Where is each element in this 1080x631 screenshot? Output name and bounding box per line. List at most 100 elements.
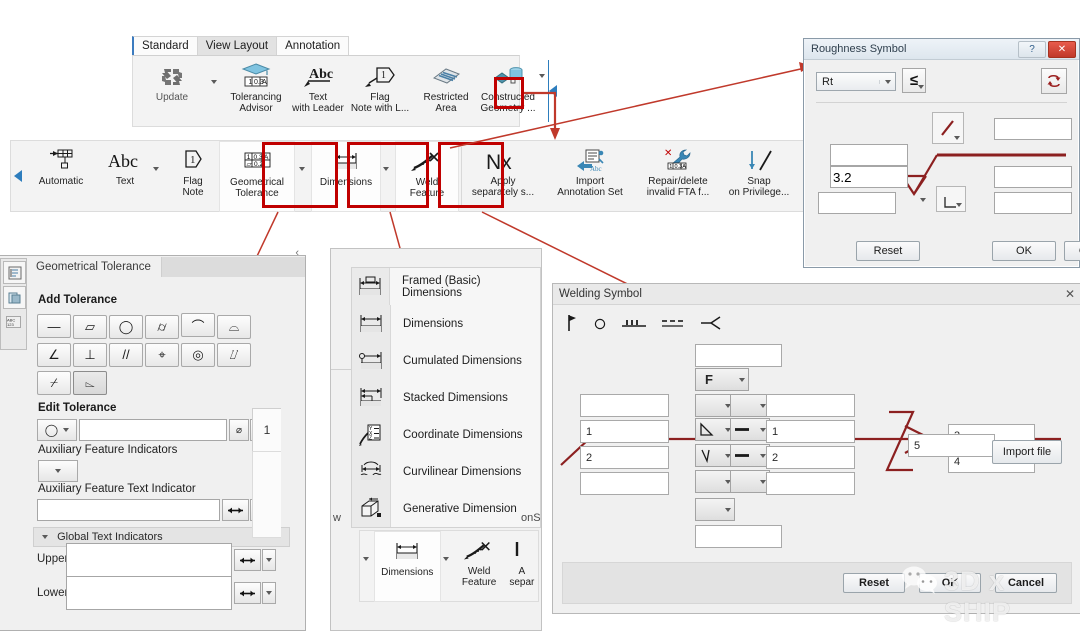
upper-arrows-button[interactable]	[234, 549, 261, 571]
layers-icon[interactable]	[3, 286, 26, 309]
welding-dialog-titlebar[interactable]: Welding Symbol ✕	[553, 284, 1080, 305]
menu-item-cumulated-dimensions[interactable]: Cumulated Dimensions	[352, 342, 540, 379]
roughness-corner-button[interactable]	[936, 186, 966, 212]
ribbon-expand-button[interactable]	[11, 141, 25, 211]
tolerance-symbol-position[interactable]: ⌖	[145, 343, 179, 367]
mini-ribbon-button-apply-separately[interactable]: A separ	[506, 531, 538, 600]
menu-item-stacked-dimensions[interactable]: Stacked Dimensions	[352, 379, 540, 416]
edit-tolerance-symbol-dropdown[interactable]: ◯	[37, 419, 77, 441]
roughness-field-mid-right[interactable]	[994, 166, 1072, 188]
welding-bottom-dropdown[interactable]	[695, 498, 735, 521]
tolerance-symbol-circularity[interactable]: ◯	[109, 314, 143, 339]
roughness-field-bottom-right[interactable]	[994, 192, 1072, 214]
roughness-comparison-dropdown-arrow[interactable]	[918, 85, 924, 89]
tolerance-symbol-flatness[interactable]: ▱	[73, 314, 107, 339]
close-icon[interactable]: ✕	[1065, 287, 1075, 301]
welding-row1-contour-dropdown[interactable]	[730, 418, 770, 441]
menu-item-generative-dimension[interactable]: Generative Dimension	[352, 490, 540, 527]
menu-item-framed-basic-dimensions[interactable]: Framed (Basic) Dimensions	[352, 268, 540, 305]
tolerance-symbol-concentricity[interactable]: ◎	[181, 343, 215, 367]
welding-row2-weld-symbol-dropdown[interactable]	[695, 444, 735, 467]
lower-dropdown[interactable]	[262, 582, 276, 604]
mini-ribbon-button-dimensions[interactable]: Dimensions	[374, 531, 441, 602]
roughness-corner-dropdown-arrow[interactable]	[956, 203, 962, 207]
roughness-dialog-titlebar[interactable]: Roughness Symbol ? ✕	[804, 39, 1079, 60]
ribbon-button-tolerancing-advisor[interactable]: 1 0.3 A Tolerancing Advisor	[225, 57, 287, 126]
ribbon-button-geometrical-tolerance[interactable]: 1 0.3 A ▱ 0.2 Geometrical Tolerance	[219, 141, 295, 212]
tab-view-layout[interactable]: View Layout	[196, 36, 278, 55]
tolerance-symbol-circular-runout[interactable]: ⌿	[37, 371, 71, 395]
tolerance-symbol-symmetry[interactable]: ⌰	[217, 343, 251, 367]
tolerance-symbol-cylindricity[interactable]: ⌭	[145, 314, 179, 339]
welding-row3-right-field[interactable]	[766, 472, 855, 495]
ribbon-button-update[interactable]: Update	[133, 57, 211, 126]
aux-feature-indicators-dropdown[interactable]	[38, 460, 78, 482]
welding-row2-right-field[interactable]	[766, 446, 855, 469]
weld-arrow-icon[interactable]	[699, 315, 721, 331]
edit-tolerance-value-input[interactable]	[79, 419, 227, 441]
welding-row1-right-field[interactable]	[766, 420, 855, 443]
welding-row0-left-field[interactable]	[580, 394, 669, 417]
ribbon-button-flag-note-leader[interactable]: 1 Flag Note with L...	[349, 57, 411, 126]
aux-feature-text-input[interactable]	[37, 499, 220, 521]
update-dropdown-arrow[interactable]	[211, 80, 217, 84]
field-weld-flag-icon[interactable]	[567, 314, 579, 332]
dimensions-dropdown-arrow[interactable]	[383, 167, 389, 171]
welding-row1-left-field[interactable]	[580, 420, 669, 443]
ribbon-button-text-with-leader[interactable]: Abc Text with Leader	[287, 57, 349, 126]
upper-text-input[interactable]	[66, 543, 232, 577]
menu-item-coordinate-dimensions[interactable]: Y X Z Coordinate Dimensions	[352, 416, 540, 453]
roughness-triangle-dropdown-arrow[interactable]	[920, 198, 926, 202]
tolerance-symbol-line-profile[interactable]: ⌒	[181, 313, 215, 337]
welding-row1-weld-symbol-dropdown[interactable]	[695, 418, 735, 441]
mini-ribbon-button-weld-feature[interactable]: Weld Feature	[453, 531, 506, 600]
roughness-field-lower-left[interactable]	[818, 192, 896, 214]
help-button[interactable]: ?	[1018, 40, 1046, 58]
welding-row0-right-field[interactable]	[766, 394, 855, 417]
tolerance-symbol-surface-profile[interactable]: ⌓	[217, 314, 251, 339]
tolerance-symbol-angularity[interactable]: ∠	[37, 343, 71, 367]
ribbon-button-snap-privilege[interactable]: Snap on Privilege...	[718, 141, 800, 210]
roughness-comparison-button[interactable]: ≤	[902, 68, 926, 93]
constructed-geometry-dropdown-arrow[interactable]	[539, 74, 545, 78]
welding-reference-field[interactable]	[908, 434, 995, 457]
ribbon-button-constructed-geometry[interactable]: Constructed Geometry ...	[477, 57, 539, 126]
geometrical-tolerance-dropdown-arrow[interactable]	[299, 167, 305, 171]
ribbon-collapse-button[interactable]	[548, 60, 557, 122]
upper-dropdown[interactable]	[262, 549, 276, 571]
reset-button-2[interactable]: Reset	[843, 573, 905, 593]
lower-text-input[interactable]	[66, 576, 232, 610]
close-button[interactable]: ✕	[1048, 40, 1076, 58]
cancel-button[interactable]: Cancel	[1064, 241, 1080, 261]
welding-row0-symbol2-dropdown[interactable]	[730, 394, 770, 417]
tolerance-symbol-perpendicularity[interactable]: ⊥	[73, 343, 107, 367]
ribbon-button-flag-note[interactable]: 1 Flag Note	[167, 141, 219, 210]
ribbon-button-import-annotation-set[interactable]: Abc Import Annotation Set	[542, 141, 638, 210]
mini-ribbon-prev-dropdown[interactable]	[363, 557, 369, 561]
welding-row3-left-field[interactable]	[580, 472, 669, 495]
ribbon-button-repair-delete-fta[interactable]: ✕ 1 0.3 A Repair/delete invalid FTA f...	[638, 141, 718, 210]
edit-tolerance-modifier-button[interactable]: ⌀	[229, 419, 249, 441]
roughness-field-top-right[interactable]	[994, 118, 1072, 140]
reset-button[interactable]: Reset	[856, 241, 920, 261]
datum-number-box[interactable]: 1	[252, 408, 281, 452]
menu-item-dimensions[interactable]: Dimensions	[352, 305, 540, 342]
text-dropdown-arrow[interactable]	[153, 167, 159, 171]
welding-process-dropdown[interactable]: F	[695, 368, 749, 391]
gt-panel-tab[interactable]: Geometrical Tolerance	[26, 257, 162, 277]
roughness-field-upper-left[interactable]	[830, 144, 908, 166]
welding-row2-left-field[interactable]	[580, 446, 669, 469]
weld-dashes-icon[interactable]	[661, 316, 685, 330]
ribbon-button-apply-separately[interactable]: Nx Apply separately s...	[464, 141, 542, 210]
welding-row3-symbol1-dropdown[interactable]	[695, 470, 735, 493]
roughness-value-field[interactable]	[830, 166, 908, 188]
welding-bottom-field[interactable]	[695, 525, 782, 548]
roughness-slash-dropdown-arrow[interactable]	[954, 136, 960, 140]
tolerance-symbol-parallelism[interactable]: //	[109, 342, 143, 367]
ribbon-button-text[interactable]: Abc Text	[97, 141, 153, 210]
menu-item-curvilinear-dimensions[interactable]: Curvilinear Dimensions	[352, 453, 540, 490]
lower-arrows-button[interactable]	[234, 582, 261, 604]
tolerance-symbol-total-runout[interactable]: ⌳	[73, 371, 107, 395]
import-file-button[interactable]: Import file	[992, 440, 1062, 464]
ribbon-button-dimensions[interactable]: Dimensions	[311, 141, 381, 212]
